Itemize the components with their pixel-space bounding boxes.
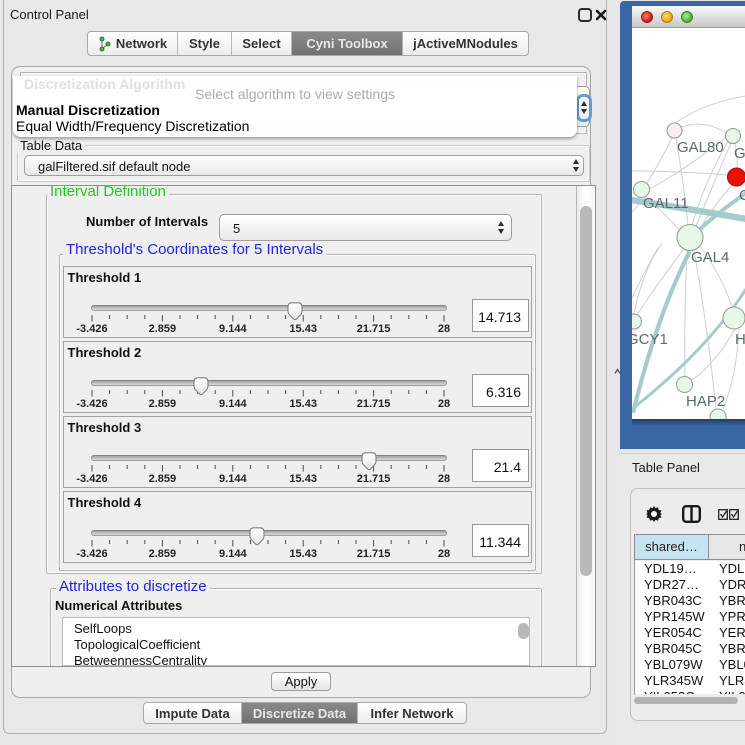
svg-text:GA: GA xyxy=(734,145,745,162)
svg-text:GCY1: GCY1 xyxy=(632,331,668,348)
svg-text:HAP2: HAP2 xyxy=(686,393,725,410)
svg-text:GAL80: GAL80 xyxy=(677,139,724,156)
svg-text:GAL11: GAL11 xyxy=(643,195,689,212)
svg-text:H: H xyxy=(735,331,745,348)
svg-text:C: C xyxy=(739,187,745,204)
svg-text:GAL4: GAL4 xyxy=(691,249,729,266)
